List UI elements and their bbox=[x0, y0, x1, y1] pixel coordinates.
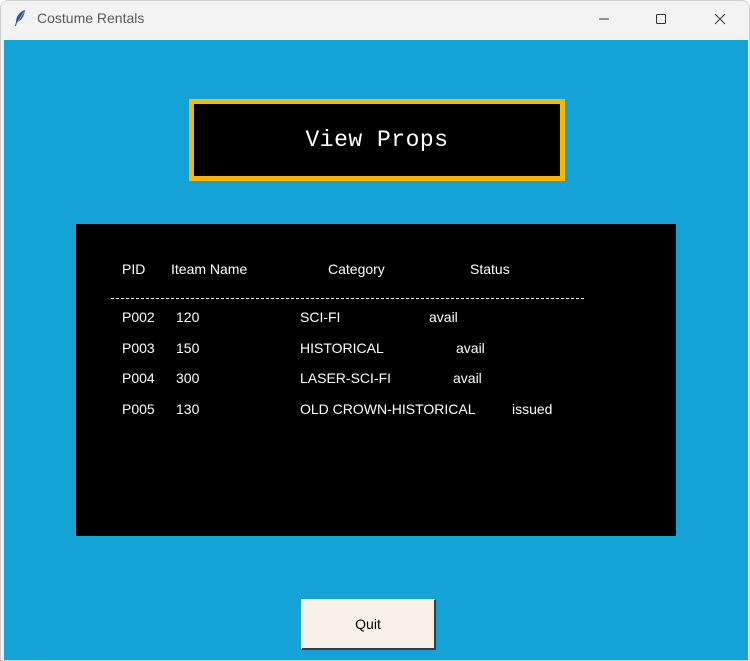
row-category: LASER-SCI-FI bbox=[300, 370, 392, 386]
header-category: Category bbox=[328, 261, 385, 277]
main-area: View Props PID Iteam Name Category Statu… bbox=[4, 40, 748, 660]
row-category: HISTORICAL bbox=[300, 340, 384, 356]
maximize-button[interactable] bbox=[638, 1, 684, 37]
row-item-name: 300 bbox=[176, 370, 200, 386]
row-item-name: 130 bbox=[176, 401, 200, 417]
header-pid: PID bbox=[122, 261, 146, 277]
maximize-icon bbox=[656, 14, 666, 24]
props-list: PID Iteam Name Category Status P002 120 … bbox=[76, 224, 676, 536]
row-pid: P002 bbox=[122, 309, 155, 325]
app-window: Costume Rentals View Props PID Iteam Nam… bbox=[0, 0, 750, 661]
header-item-name: Iteam Name bbox=[171, 261, 248, 277]
row-pid: P005 bbox=[122, 401, 155, 417]
title-bar[interactable]: Costume Rentals bbox=[1, 1, 749, 37]
page-title: View Props bbox=[305, 127, 449, 153]
row-status: issued bbox=[512, 401, 553, 417]
row-item-name: 150 bbox=[176, 340, 200, 356]
close-button[interactable] bbox=[697, 1, 743, 37]
row-status: avail bbox=[429, 309, 458, 325]
window-title: Costume Rentals bbox=[37, 10, 145, 26]
heading-box: View Props bbox=[189, 99, 565, 181]
row-status: avail bbox=[456, 340, 485, 356]
feather-icon bbox=[13, 9, 27, 27]
header-divider bbox=[111, 298, 584, 299]
row-pid: P004 bbox=[122, 370, 155, 386]
header-status: Status bbox=[470, 261, 510, 277]
row-category: SCI-FI bbox=[300, 309, 341, 325]
row-category: OLD CROWN-HISTORICAL bbox=[300, 401, 476, 417]
close-icon bbox=[714, 13, 726, 25]
row-status: avail bbox=[453, 370, 482, 386]
minimize-icon bbox=[599, 18, 609, 20]
row-pid: P003 bbox=[122, 340, 155, 356]
row-item-name: 120 bbox=[176, 309, 200, 325]
quit-button[interactable]: Quit bbox=[301, 599, 436, 650]
minimize-button[interactable] bbox=[581, 1, 627, 37]
